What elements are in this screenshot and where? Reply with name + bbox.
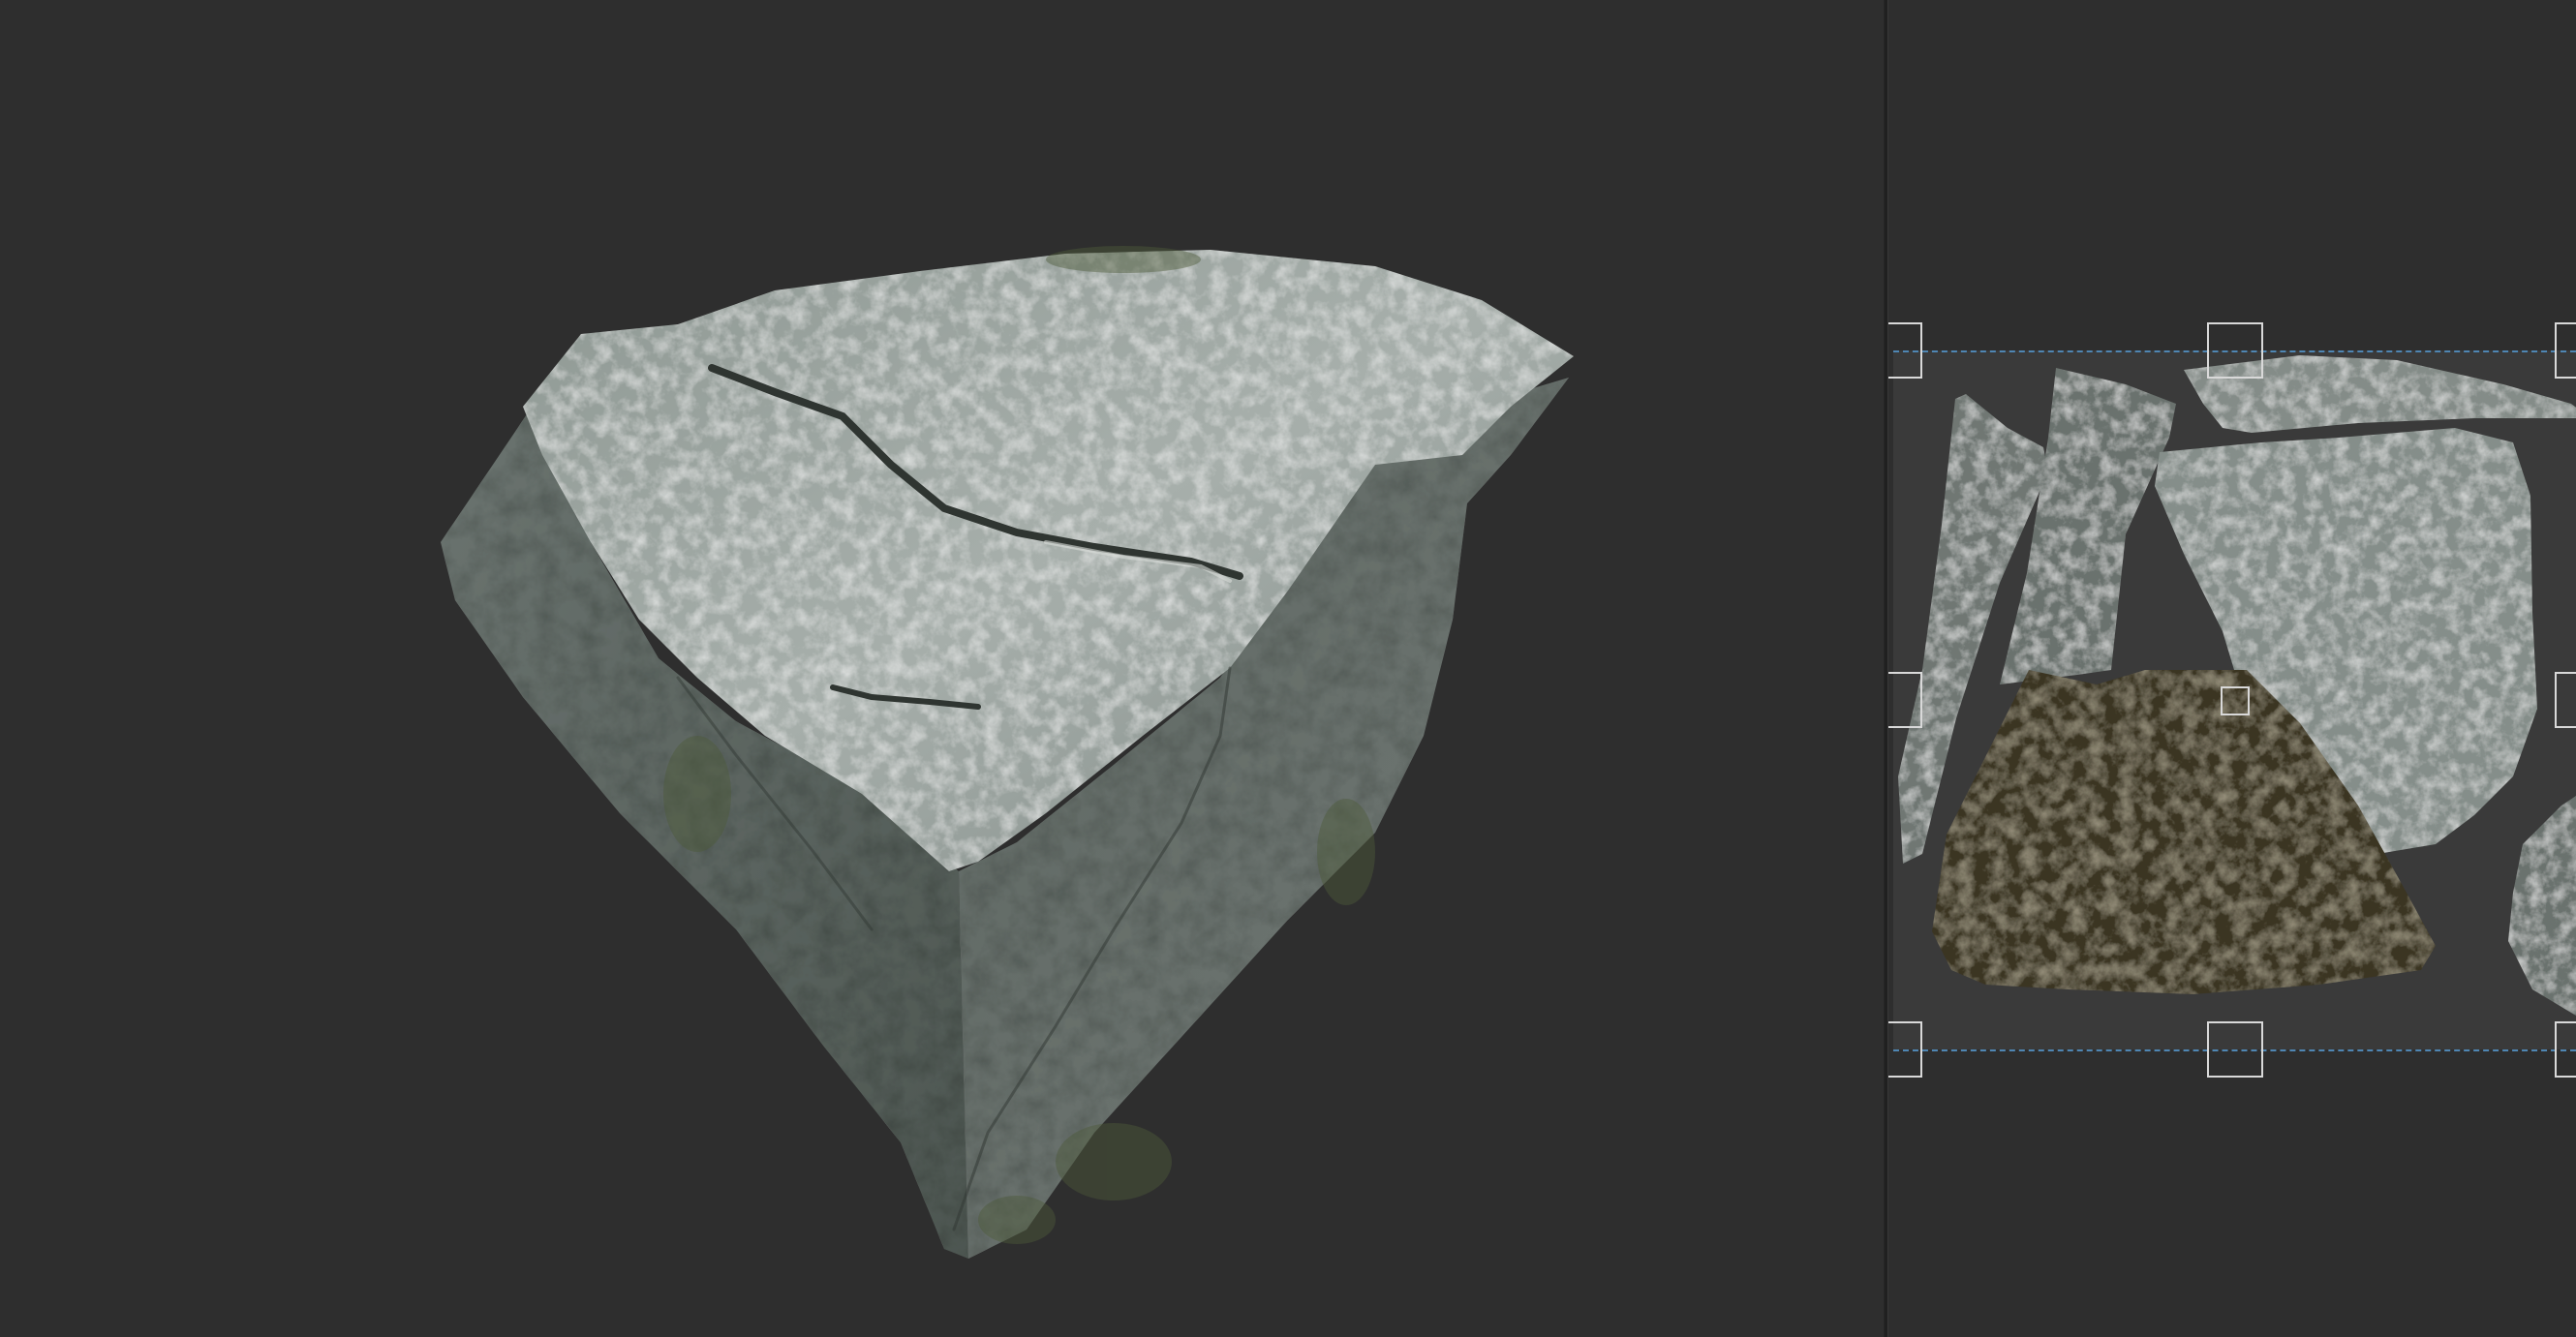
transform-handle-middle-right[interactable] (2555, 672, 2576, 728)
transform-handle-bottom-right[interactable] (2555, 1021, 2576, 1078)
transform-handle-bottom-center[interactable] (2207, 1021, 2263, 1078)
transform-pivot-center[interactable] (2221, 686, 2250, 715)
uv-editor-viewport[interactable] (1888, 0, 2576, 1337)
app-window (0, 0, 2576, 1337)
transform-handle-top-right[interactable] (2555, 322, 2576, 379)
transform-handle-bottom-left[interactable] (1888, 1021, 1922, 1078)
uv-island-edge-right[interactable] (2508, 786, 2576, 1049)
transform-handle-top-left[interactable] (1888, 322, 1922, 379)
transform-handle-top-center[interactable] (2207, 322, 2263, 379)
viewport-3d[interactable] (0, 0, 1884, 1337)
uv-island-strip-middle[interactable] (2000, 368, 2176, 684)
transform-handle-middle-left[interactable] (1888, 672, 1922, 728)
rock-mesh-render[interactable] (0, 0, 1884, 1337)
